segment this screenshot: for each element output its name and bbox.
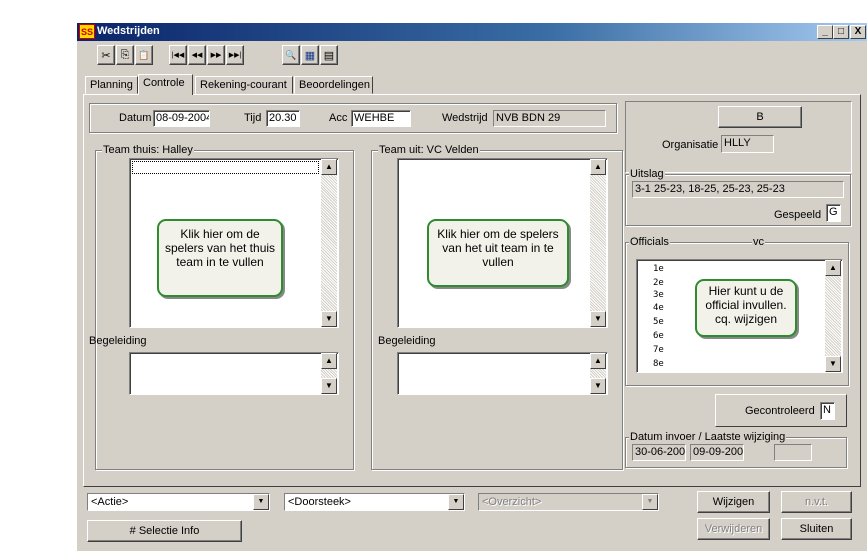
minimize-button[interactable]: _ [817,25,833,39]
chevron-down-icon[interactable]: ▼ [253,494,269,510]
official-row-5e[interactable]: 5e [653,317,664,327]
b-button[interactable]: B [718,106,802,128]
selectie-info-button[interactable]: # Selectie Info [87,520,242,542]
scroll-up-icon[interactable]: ▲ [321,159,337,175]
officials-label: Officials [629,236,670,248]
nvt-button[interactable]: n.v.t. [781,491,852,513]
official-row-4e[interactable]: 4e [653,303,664,313]
scroll-up-icon[interactable]: ▲ [825,260,841,276]
uitslag-field[interactable]: 3-1 25-23, 18-25, 25-23, 25-23 [632,181,844,198]
sluiten-button[interactable]: Sluiten [781,518,852,540]
scroll-down-icon[interactable]: ▼ [590,378,606,394]
extra-field[interactable] [774,444,812,461]
datum-field[interactable]: 08-09-2004 [153,110,210,127]
tab-rekening-courant[interactable]: Rekening-courant [195,76,293,94]
wedstrijden-window: SS Wedstrijden _ □ X ✂ ⎘ 📋 |◀◀ ◀◀ ▶▶ ▶▶|… [76,22,867,551]
tab-beoordelingen[interactable]: Beoordelingen [294,76,373,94]
gespeeld-label: Gespeeld [774,209,822,221]
officials-scrollbar[interactable]: ▲ ▼ [825,260,841,372]
uitslag-label: Uitslag [629,168,665,180]
maximize-button[interactable]: □ [833,25,849,39]
acc-label: Acc [329,112,348,124]
previous-record-icon[interactable]: ◀◀ [188,45,206,65]
grid-icon[interactable]: ▦ [301,45,319,65]
acc-field[interactable]: WEHBE [351,110,411,127]
tijd-label: Tijd [244,112,262,124]
chevron-down-icon[interactable]: ▼ [448,494,464,510]
wedstrijd-label: Wedstrijd [442,112,488,124]
datum-label: Datum [119,112,152,124]
tab-controle[interactable]: Controle [138,74,193,95]
home-players-scrollbar[interactable]: ▲ ▼ [321,159,337,327]
tijd-field[interactable]: 20.30 [266,110,300,127]
doorsteek-combo[interactable]: <Doorsteek> ▼ [284,493,465,511]
home-players-focus-row[interactable] [132,161,319,174]
overzicht-value: <Overzicht> [482,496,542,508]
title-bar[interactable]: SS Wedstrijden _ □ X [77,23,867,41]
paste-icon[interactable]: 📋 [135,45,153,65]
verwijderen-button[interactable]: Verwijderen [697,518,770,540]
home-begeleiding-scrollbar[interactable]: ▲ ▼ [321,353,337,394]
first-record-icon[interactable]: |◀◀ [169,45,187,65]
overzicht-combo[interactable]: <Overzicht> ▼ [478,493,659,511]
datum-invoer-label: Datum invoer / Laatste wijziging [629,431,787,443]
scroll-up-icon[interactable]: ▲ [321,353,337,369]
officials-vc-label: vc [752,236,765,248]
official-row-2e[interactable]: 2e [653,278,664,288]
scroll-down-icon[interactable]: ▼ [321,311,337,327]
tab-strip: Planning Controle Rekening-courant Beoor… [85,74,445,95]
app-icon: SS [79,24,95,39]
away-begeleiding-scrollbar[interactable]: ▲ ▼ [590,353,606,394]
wedstrijd-field[interactable]: NVB BDN 29 [493,110,606,127]
away-begeleiding-list[interactable] [397,352,608,395]
scroll-down-icon[interactable]: ▼ [590,311,606,327]
datum-invoer-field[interactable]: 30-06-2004 [632,444,686,461]
cut-icon[interactable]: ✂ [97,45,115,65]
gecontroleerd-field[interactable]: N [820,402,835,420]
scroll-up-icon[interactable]: ▲ [590,159,606,175]
close-button[interactable]: X [850,25,866,39]
away-players-scrollbar[interactable]: ▲ ▼ [590,159,606,327]
away-team-label: Team uit: VC Velden [378,144,480,156]
wijzigen-button[interactable]: Wijzigen [697,491,770,513]
officials-hint[interactable]: Hier kunt u de official invullen. cq. wi… [695,279,797,337]
scroll-down-icon[interactable]: ▼ [825,356,841,372]
tab-planning[interactable]: Planning [85,76,138,94]
chevron-down-icon[interactable]: ▼ [642,494,658,510]
organisatie-field[interactable]: HLLY [721,135,774,153]
list-icon[interactable]: ▤ [320,45,338,65]
doorsteek-value: <Doorsteek> [288,496,351,508]
official-row-8e[interactable]: 8e [653,359,664,369]
last-record-icon[interactable]: ▶▶| [226,45,244,65]
official-row-3e[interactable]: 3e [653,290,664,300]
search-icon[interactable]: 🔍 [282,45,300,65]
official-row-6e[interactable]: 6e [653,331,664,341]
next-record-icon[interactable]: ▶▶ [207,45,225,65]
home-players-hint[interactable]: Klik hier om de spelers van het thuis te… [157,219,283,297]
scroll-down-icon[interactable]: ▼ [321,378,337,394]
scroll-up-icon[interactable]: ▲ [590,353,606,369]
window-title: Wedstrijden [97,25,160,37]
away-players-hint[interactable]: Klik hier om de spelers van het uit team… [427,219,569,287]
copy-icon[interactable]: ⎘ [116,45,134,65]
gespeeld-field[interactable]: G [826,204,841,222]
laatste-wijziging-field[interactable]: 09-09-2004 [690,444,744,461]
official-row-1e[interactable]: 1e [653,264,664,274]
gecontroleerd-label: Gecontroleerd [745,405,815,417]
official-row-7e[interactable]: 7e [653,345,664,355]
home-begeleiding-label: Begeleiding [89,335,147,347]
actie-value: <Actie> [91,496,129,508]
home-begeleiding-list[interactable] [129,352,339,395]
organisatie-label: Organisatie [662,139,719,151]
away-begeleiding-label: Begeleiding [378,335,436,347]
actie-combo[interactable]: <Actie> ▼ [87,493,270,511]
home-team-label: Team thuis: Halley [102,144,194,156]
